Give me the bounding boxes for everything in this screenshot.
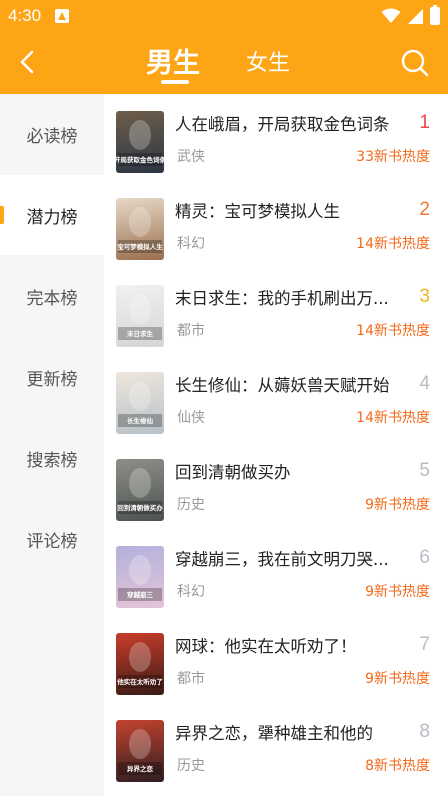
sidebar-item-must-read[interactable]: 必读榜: [0, 94, 104, 174]
tab-female[interactable]: 女生: [246, 45, 290, 77]
signal-icon: [408, 8, 423, 24]
sidebar-item-label: 更新榜: [26, 369, 78, 390]
sidebar-item-search[interactable]: 搜索榜: [0, 418, 104, 498]
cover-art: 异界之恋: [118, 729, 162, 775]
book-row[interactable]: 末日求生 末日求生：我的手机刷出万... 3 都市 14新书热度: [104, 268, 448, 355]
book-row[interactable]: 穿越崩三 穿越崩三，我在前文明刀哭... 6 科幻 9新书热度: [104, 529, 448, 616]
sidebar-item-label: 必读榜: [26, 126, 78, 147]
book-ranking-list: 开局获取金色词条 人在峨眉，开局获取金色词条 1 武侠 33新书热度 宝可梦模拟…: [104, 94, 448, 796]
book-title: 异界之恋，犟种雄主和他的: [175, 724, 373, 743]
book-rank: 7: [419, 634, 430, 655]
book-heat: 8新书热度: [365, 758, 430, 774]
book-rank: 8: [419, 721, 430, 742]
svg-text:长生修仙: 长生修仙: [127, 416, 154, 425]
book-rank: 1: [419, 112, 430, 133]
cover-art: 末日求生: [118, 294, 162, 340]
book-title: 网球：他实在太听劝了！: [175, 637, 357, 656]
sidebar-item-label: 评论榜: [26, 531, 78, 552]
book-title: 末日求生：我的手机刷出万...: [175, 289, 389, 308]
screen: 4:30 男生 女生 必读榜 潜力榜 完本榜 更新榜 搜索榜 评论榜 开局获取金…: [0, 0, 448, 796]
book-cover: 长生修仙: [116, 372, 164, 434]
book-row[interactable]: 异界之恋 异界之恋，犟种雄主和他的 8 历史 8新书热度: [104, 703, 448, 790]
book-row[interactable]: 宝可梦模拟人生 精灵：宝可梦模拟人生 2 科幻 14新书热度: [104, 181, 448, 268]
app-header: 男生 女生: [0, 32, 448, 94]
svg-text:穿越崩三: 穿越崩三: [127, 590, 154, 599]
book-category: 历史: [177, 497, 205, 513]
book-category: 历史: [177, 758, 205, 774]
book-rank: 4: [419, 373, 430, 394]
book-row[interactable]: 长生修仙 长生修仙：从薅妖兽天赋开始 4 仙侠 14新书热度: [104, 355, 448, 442]
book-heat: 33新书热度: [356, 149, 430, 165]
book-category: 科幻: [177, 584, 205, 600]
book-rank: 5: [419, 460, 430, 481]
tab-male[interactable]: 男生: [146, 41, 200, 80]
book-heat: 14新书热度: [356, 410, 430, 426]
cover-art: 回到清朝做买办: [117, 468, 163, 514]
book-cover: 他实在太听劝了: [116, 633, 164, 695]
sidebar-item-label: 完本榜: [26, 288, 78, 309]
book-heat: 9新书热度: [365, 671, 430, 687]
sidebar-item-updated[interactable]: 更新榜: [0, 337, 104, 417]
book-heat: 9新书热度: [365, 497, 430, 513]
cover-art: 穿越崩三: [118, 555, 162, 601]
book-cover: 回到清朝做买办: [116, 459, 164, 521]
book-heat: 9新书热度: [365, 584, 430, 600]
book-row[interactable]: 回到清朝做买办 回到清朝做买办 5 历史 9新书热度: [104, 442, 448, 529]
battery-icon: [430, 5, 440, 25]
book-rank: 3: [419, 286, 430, 307]
book-category: 武侠: [177, 149, 205, 165]
book-category: 仙侠: [177, 410, 205, 426]
book-heat: 14新书热度: [356, 236, 430, 252]
cover-art: 宝可梦模拟人生: [117, 207, 163, 253]
book-title: 回到清朝做买办: [175, 463, 291, 482]
active-tab-indicator: [161, 80, 189, 84]
sidebar-item-label: 搜索榜: [26, 450, 78, 471]
sidebar-item-comments[interactable]: 评论榜: [0, 499, 104, 579]
status-bar: 4:30: [0, 0, 448, 32]
book-title: 长生修仙：从薅妖兽天赋开始: [175, 376, 390, 395]
sidebar-item-completed[interactable]: 完本榜: [0, 256, 104, 336]
book-cover: 异界之恋: [116, 720, 164, 782]
book-cover: 开局获取金色词条: [116, 111, 164, 173]
svg-text:回到清朝做买办: 回到清朝做买办: [117, 503, 163, 512]
book-title: 人在峨眉，开局获取金色词条: [175, 115, 390, 134]
sidebar-item-label: 潜力榜: [26, 207, 78, 228]
book-category: 都市: [177, 323, 205, 339]
svg-text:末日求生: 末日求生: [127, 329, 154, 338]
svg-text:开局获取金色词条: 开局获取金色词条: [116, 155, 164, 164]
book-cover: 穿越崩三: [116, 546, 164, 608]
search-icon[interactable]: [400, 48, 430, 78]
cover-art: 他实在太听劝了: [116, 642, 163, 688]
notification-icon: [55, 9, 69, 23]
book-cover: 宝可梦模拟人生: [116, 198, 164, 260]
ranking-sidebar: 必读榜 潜力榜 完本榜 更新榜 搜索榜 评论榜: [0, 94, 104, 796]
book-category: 都市: [177, 671, 205, 687]
book-title: 精灵：宝可梦模拟人生: [175, 202, 340, 221]
book-category: 科幻: [177, 236, 205, 252]
book-rank: 6: [419, 547, 430, 568]
svg-text:宝可梦模拟人生: 宝可梦模拟人生: [117, 242, 163, 251]
svg-text:他实在太听劝了: 他实在太听劝了: [116, 677, 163, 686]
svg-text:异界之恋: 异界之恋: [127, 764, 154, 773]
back-arrow-icon[interactable]: [14, 48, 42, 76]
book-title: 穿越崩三，我在前文明刀哭...: [175, 550, 389, 569]
book-row[interactable]: 开局获取金色词条 人在峨眉，开局获取金色词条 1 武侠 33新书热度: [104, 94, 448, 181]
book-cover: 末日求生: [116, 285, 164, 347]
sidebar-item-potential[interactable]: 潜力榜: [0, 175, 104, 255]
sidebar-active-marker: [0, 206, 4, 224]
wifi-icon: [381, 8, 401, 23]
book-rank: 2: [419, 199, 430, 220]
book-heat: 14新书热度: [356, 323, 430, 339]
cover-art: 开局获取金色词条: [116, 120, 164, 166]
status-time: 4:30: [8, 6, 42, 25]
status-icons: [381, 5, 440, 25]
book-row[interactable]: 他实在太听劝了 网球：他实在太听劝了！ 7 都市 9新书热度: [104, 616, 448, 703]
cover-art: 长生修仙: [118, 381, 162, 427]
